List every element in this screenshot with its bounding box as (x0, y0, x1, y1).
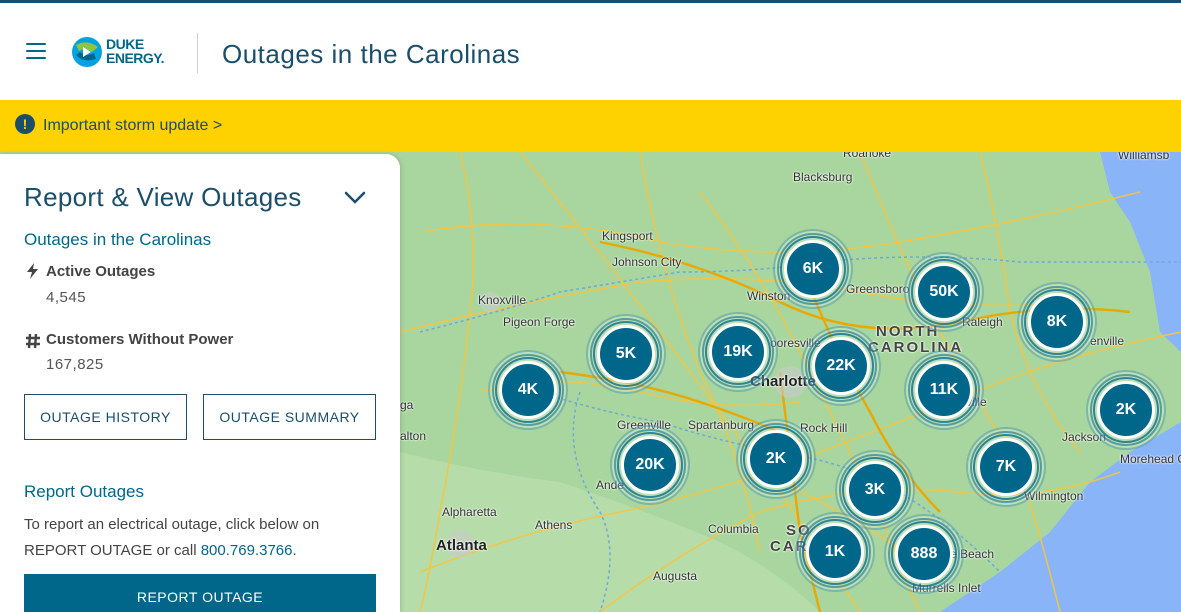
active-outages-value: 4,545 (46, 289, 87, 306)
cluster-count: 5K (597, 325, 655, 383)
lightning-icon (27, 263, 38, 279)
customers-without-power-value: 167,825 (46, 356, 104, 373)
map-label-pigeon-forge: Pigeon Forge (503, 315, 576, 329)
chevron-down-icon[interactable] (342, 184, 368, 210)
cluster-count: 20K (621, 436, 679, 494)
top-header: DUKE ENERGY. Outages in the Carolinas (0, 0, 1181, 100)
outage-cluster-marker[interactable]: 2K (1086, 370, 1166, 450)
page-title: Outages in the Carolinas (222, 39, 521, 69)
map-label-ga: ga (400, 398, 414, 412)
duke-energy-logo[interactable]: DUKE ENERGY. (70, 33, 180, 73)
cluster-count: 4K (499, 361, 557, 419)
map-label-roanoke: Roanoke (843, 152, 892, 160)
logo-text: DUKE ENERGY. (106, 36, 164, 66)
outage-cluster-marker[interactable]: 22K (801, 326, 881, 406)
cluster-count: 3K (846, 461, 904, 519)
customers-without-power-label: Customers Without Power (46, 331, 234, 348)
cluster-count: 19K (709, 323, 767, 381)
map-label-johnson-city: Johnson City (612, 255, 682, 269)
outage-cluster-marker[interactable]: 888 (884, 514, 964, 594)
menu-icon[interactable] (26, 43, 46, 59)
outage-cluster-marker[interactable]: 6K (773, 229, 853, 309)
cluster-count: 2K (747, 430, 805, 488)
outage-summary-button[interactable]: OUTAGE SUMMARY (203, 394, 376, 440)
outage-cluster-marker[interactable]: 2K (736, 419, 816, 499)
map-label-blacksburg: Blacksburg (793, 170, 853, 184)
report-outage-button[interactable]: REPORT OUTAGE (24, 574, 376, 612)
map-label-knoxville: Knoxville (478, 293, 527, 307)
outage-cluster-marker[interactable]: 4K (488, 350, 568, 430)
cluster-count: 6K (784, 240, 842, 298)
cluster-count: 7K (977, 438, 1035, 496)
cluster-count: 22K (812, 337, 870, 395)
cluster-count: 888 (895, 525, 953, 583)
alert-icon: ! (15, 114, 35, 134)
outage-history-button[interactable]: OUTAGE HISTORY (24, 394, 187, 440)
cluster-count: 1K (806, 523, 864, 581)
panel-title: Report & View Outages (24, 182, 302, 212)
outage-cluster-marker[interactable]: 5K (586, 314, 666, 394)
map-label-athens: Athens (535, 518, 573, 532)
cluster-count: 8K (1028, 293, 1086, 351)
cluster-count: 2K (1097, 381, 1155, 439)
map-label-morehead: Morehead C (1120, 452, 1181, 466)
storm-update-link[interactable]: Important storm update > (43, 117, 222, 135)
map-label-augusta: Augusta (653, 569, 698, 583)
phone-link[interactable]: 800.769.3766 (201, 542, 293, 559)
map-label-atlanta: Atlanta (436, 537, 487, 554)
outage-cluster-marker[interactable]: 7K (966, 427, 1046, 507)
active-outages-label: Active Outages (46, 263, 156, 280)
report-outages-title: Report Outages (24, 482, 145, 501)
storm-alert-banner: ! Important storm update > (0, 100, 1181, 152)
header-divider (197, 33, 198, 73)
hash-icon (26, 333, 40, 349)
outage-cluster-marker[interactable]: 1K (795, 512, 875, 592)
cluster-count: 50K (915, 263, 973, 321)
report-view-panel: Report & View Outages Outages in the Car… (0, 154, 400, 612)
cluster-count: 11K (915, 361, 973, 419)
map-label-columbia: Columbia (708, 522, 759, 536)
outage-cluster-marker[interactable]: 19K (698, 312, 778, 392)
map-label-alpharetta: Alpharetta (442, 505, 497, 519)
outage-cluster-marker[interactable]: 8K (1017, 282, 1097, 362)
map-label-kingsport: Kingsport (602, 229, 653, 243)
map-label-greensboro: Greensboro (846, 282, 910, 296)
outage-cluster-marker[interactable]: 50K (904, 252, 984, 332)
map-label-alton: alton (400, 429, 427, 443)
outage-cluster-marker[interactable]: 20K (610, 425, 690, 505)
map-label-williamsburg: Williamsb (1118, 152, 1170, 162)
region-title: Outages in the Carolinas (24, 230, 212, 249)
outage-cluster-marker[interactable]: 11K (904, 350, 984, 430)
report-outage-description: To report an electrical outage, click be… (24, 516, 320, 559)
duke-energy-logo-mark-icon (72, 37, 102, 67)
